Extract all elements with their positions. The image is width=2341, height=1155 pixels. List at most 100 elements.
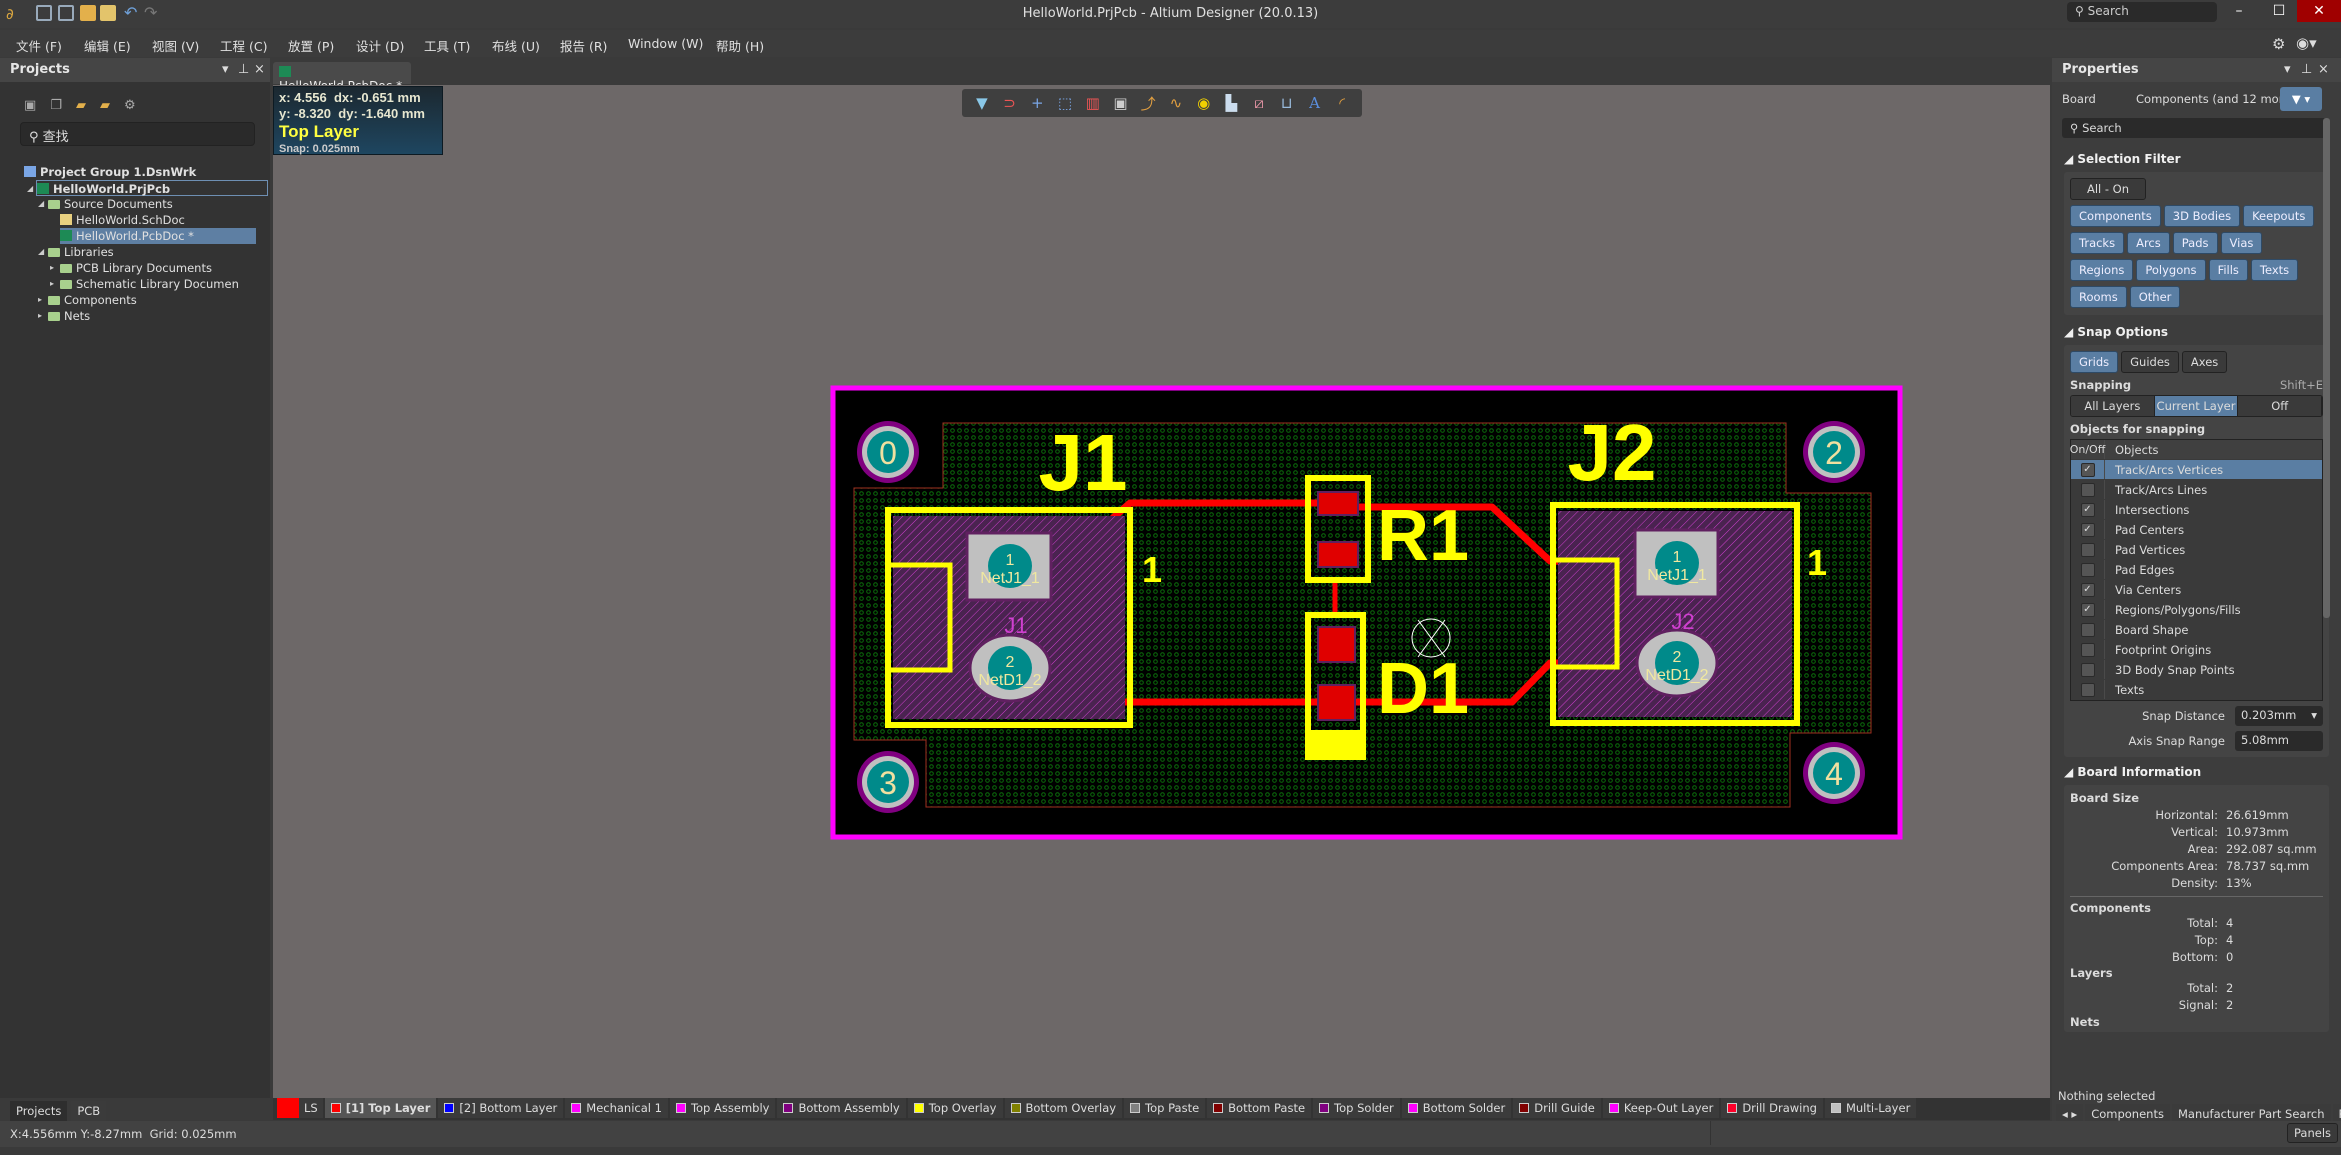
- global-search-input[interactable]: ⚲ Search: [2067, 2, 2217, 22]
- layer-tab[interactable]: Drill Drawing: [1721, 1098, 1823, 1118]
- dimension-icon[interactable]: ⊔: [1273, 94, 1301, 112]
- r1-pad-1[interactable]: [1317, 491, 1359, 516]
- expand-toggle-icon[interactable]: ◢: [38, 196, 44, 212]
- snap-object-row[interactable]: ✓ Regions/Polygons/Fills: [2071, 600, 2322, 620]
- snap-object-row[interactable]: ✓ Via Centers: [2071, 580, 2322, 600]
- snap-checkbox[interactable]: ✓: [2080, 502, 2095, 517]
- menu-item[interactable]: 工程 (C): [220, 36, 267, 55]
- layer-set-button[interactable]: LS: [277, 1098, 323, 1118]
- tree-item[interactable]: ◢ HelloWorld.PrjPcb: [27, 180, 268, 196]
- filter-icon[interactable]: ▼: [968, 94, 996, 112]
- expand-toggle-icon[interactable]: ▸: [50, 276, 54, 292]
- snap-checkbox[interactable]: [2080, 642, 2095, 657]
- layer-tab[interactable]: Top Assembly: [669, 1098, 776, 1118]
- close-panel-icon[interactable]: ×: [2318, 62, 2329, 77]
- projects-search-input[interactable]: ⚲ 查找: [20, 122, 255, 146]
- snap-checkbox[interactable]: ✓: [2080, 582, 2095, 597]
- snap-axes-button[interactable]: Axes: [2181, 351, 2228, 373]
- snap-object-row[interactable]: Track/Arcs Lines: [2071, 480, 2322, 500]
- via-icon[interactable]: ◉: [1190, 94, 1218, 112]
- menu-item[interactable]: 帮助 (H): [716, 36, 764, 55]
- mounting-hole[interactable]: 3: [857, 751, 919, 813]
- text-icon[interactable]: A: [1301, 94, 1329, 112]
- mounting-hole[interactable]: 4: [1803, 742, 1865, 804]
- snap-object-row[interactable]: Pad Vertices: [2071, 540, 2322, 560]
- layer-tab[interactable]: Top Overlay: [907, 1098, 1003, 1118]
- tree-item[interactable]: HelloWorld.PcbDoc *: [60, 228, 256, 244]
- menu-item[interactable]: Window (W): [628, 36, 703, 51]
- tree-item[interactable]: ◢ Source Documents: [38, 196, 173, 212]
- snap-checkbox[interactable]: [2080, 682, 2095, 697]
- snapping-all-layers-option[interactable]: All Layers: [2071, 396, 2155, 416]
- filter-texts-button[interactable]: Texts: [2250, 259, 2299, 281]
- mounting-hole[interactable]: 0: [857, 421, 919, 483]
- component-icon[interactable]: ▣: [1107, 94, 1135, 112]
- gear-icon[interactable]: ⚙: [124, 98, 136, 113]
- menu-item[interactable]: 报告 (R): [560, 36, 607, 55]
- filter-regions-button[interactable]: Regions: [2070, 259, 2134, 281]
- filter-polygons-button[interactable]: Polygons: [2136, 259, 2206, 281]
- filter-tracks-button[interactable]: Tracks: [2070, 232, 2125, 254]
- panel-tab-pcb[interactable]: PCB: [71, 1101, 107, 1121]
- snap-options-header[interactable]: ◢ Snap Options: [2052, 325, 2341, 339]
- close-button[interactable]: ✕: [2297, 0, 2341, 22]
- close-panel-icon[interactable]: ×: [254, 62, 265, 77]
- expand-toggle-icon[interactable]: ▸: [38, 308, 42, 324]
- snap-object-row[interactable]: Footprint Origins: [2071, 640, 2322, 660]
- expand-toggle-icon[interactable]: ▸: [38, 292, 42, 308]
- copy-project-icon[interactable]: ❐: [50, 98, 62, 113]
- project-options-folder-icon[interactable]: ▰: [100, 98, 110, 113]
- place-line-icon[interactable]: ⧄: [1245, 94, 1273, 112]
- layer-tab[interactable]: Multi-Layer: [1824, 1098, 1917, 1118]
- layer-tab[interactable]: Keep-Out Layer: [1602, 1098, 1720, 1118]
- snap-checkbox[interactable]: [2080, 482, 2095, 497]
- snap-checkbox[interactable]: [2080, 562, 2095, 577]
- menu-item[interactable]: 布线 (U): [492, 36, 540, 55]
- align-icon[interactable]: ▥: [1079, 94, 1107, 112]
- panel-tab-projects[interactable]: Projects: [10, 1101, 68, 1121]
- d1-pad-1[interactable]: [1317, 626, 1356, 663]
- menu-item[interactable]: 放置 (P): [288, 36, 334, 55]
- save-project-icon[interactable]: ▣: [24, 98, 36, 113]
- filter-arcs-button[interactable]: Arcs: [2127, 232, 2170, 254]
- tree-item[interactable]: ▸ Components: [38, 292, 137, 308]
- filter-keepouts-button[interactable]: Keepouts: [2243, 205, 2315, 227]
- mounting-hole[interactable]: 2: [1803, 421, 1865, 483]
- select-rectangle-icon[interactable]: ⬚: [1051, 94, 1079, 112]
- snap-object-row[interactable]: 3D Body Snap Points: [2071, 660, 2322, 680]
- snap-checkbox[interactable]: [2080, 662, 2095, 677]
- board-information-header[interactable]: ◢ Board Information: [2052, 765, 2341, 779]
- d1-pad-2[interactable]: [1317, 684, 1356, 721]
- axis-snap-range-input[interactable]: 5.08mm: [2235, 731, 2323, 751]
- snapping-current-layer-option[interactable]: Current Layer: [2154, 396, 2239, 416]
- layer-tab[interactable]: Bottom Paste: [1207, 1098, 1312, 1118]
- snap-object-row[interactable]: ✓ Intersections: [2071, 500, 2322, 520]
- menu-item[interactable]: 视图 (V): [152, 36, 199, 55]
- expand-toggle-icon[interactable]: ◢: [27, 181, 33, 197]
- layer-tab[interactable]: Mechanical 1: [565, 1098, 668, 1118]
- layer-tab[interactable]: Bottom Assembly: [777, 1098, 906, 1118]
- properties-search-input[interactable]: ⚲ Search: [2062, 118, 2329, 138]
- tree-item[interactable]: HelloWorld.SchDoc: [60, 212, 185, 228]
- snap-guides-button[interactable]: Guides: [2121, 351, 2179, 373]
- snap-distance-select[interactable]: 0.203mm ▾: [2235, 706, 2323, 726]
- document-tab-pcbdoc[interactable]: HelloWorld.PcbDoc *: [273, 62, 411, 93]
- snap-object-row[interactable]: ✓ Pad Centers: [2071, 520, 2322, 540]
- maximize-button[interactable]: ☐: [2257, 0, 2301, 22]
- filter-vias-button[interactable]: Vias: [2220, 232, 2263, 254]
- panel-menu-icon[interactable]: ▾: [222, 62, 229, 77]
- snap-checkbox[interactable]: [2080, 622, 2095, 637]
- filter-other-button[interactable]: Other: [2129, 286, 2181, 308]
- layer-tab[interactable]: Bottom Overlay: [1004, 1098, 1123, 1118]
- pin-icon[interactable]: ⊥: [238, 62, 249, 77]
- open-project-folder-icon[interactable]: ▰: [76, 98, 86, 113]
- settings-gear-icon[interactable]: ⚙: [2272, 35, 2285, 53]
- tree-item[interactable]: ◢ Libraries: [38, 244, 114, 260]
- route-track-icon[interactable]: ⤴: [1134, 93, 1162, 114]
- filter-pads-button[interactable]: Pads: [2172, 232, 2218, 254]
- tree-item[interactable]: ▸ Schematic Library Documen: [50, 276, 239, 292]
- layer-tab[interactable]: [2] Bottom Layer: [438, 1098, 564, 1118]
- length-tuning-icon[interactable]: ∿: [1162, 94, 1190, 112]
- snapping-off-option[interactable]: Off: [2238, 396, 2322, 416]
- crosshair-move-icon[interactable]: +: [1023, 94, 1051, 112]
